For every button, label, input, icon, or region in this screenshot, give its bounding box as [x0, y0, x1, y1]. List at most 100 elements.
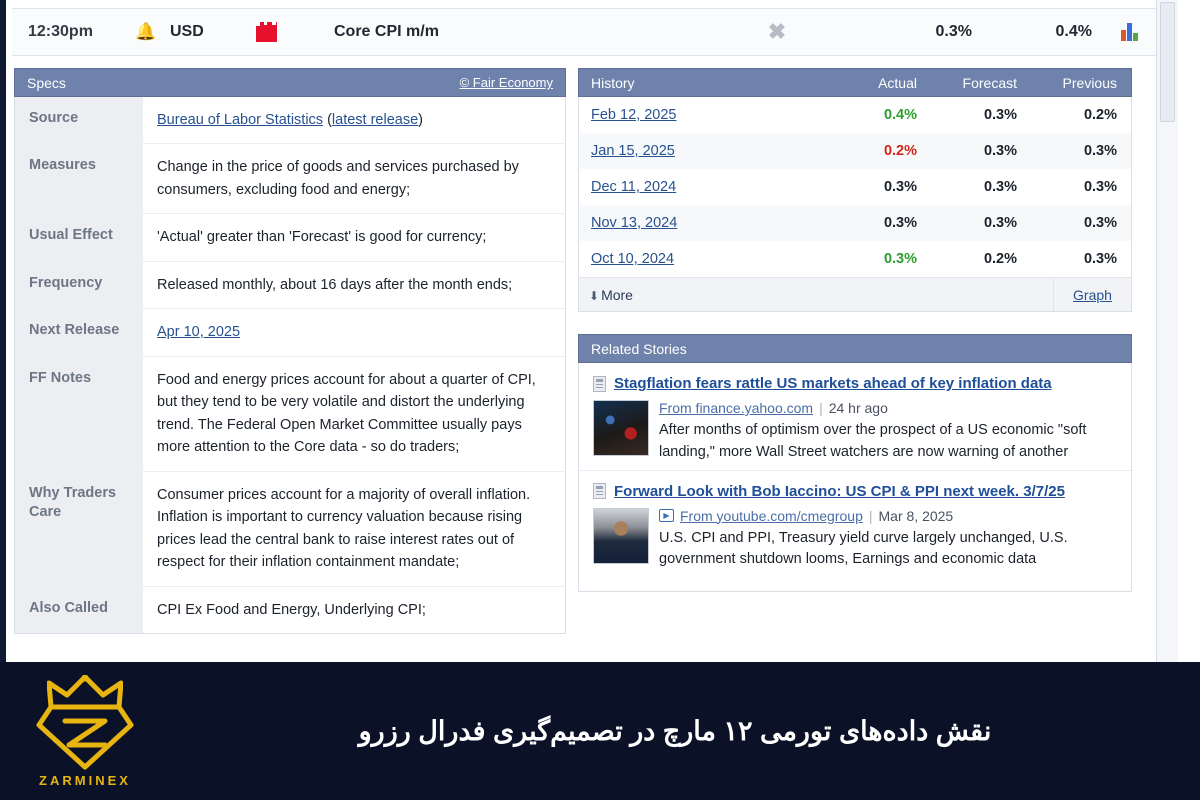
- table-row[interactable]: Jan 15, 2025 0.2% 0.3% 0.3%: [579, 133, 1131, 169]
- graph-x-icon[interactable]: ✖: [768, 21, 786, 43]
- history-actual: 0.3%: [883, 215, 917, 231]
- story-excerpt: After months of optimism over the prospe…: [659, 422, 1087, 460]
- specs-header-title: Specs: [27, 74, 66, 91]
- event-title: Core CPI m/m: [334, 23, 439, 40]
- story-source-link[interactable]: From youtube.com/cmegroup: [680, 508, 863, 524]
- spec-row-also-called: Also Called CPI Ex Food and Energy, Unde…: [15, 586, 565, 634]
- spec-key: Also Called: [15, 586, 143, 634]
- page-content: 12:30pm 🔔 USD Core CPI m/m ✖ 0.3% 0.4% S…: [0, 0, 1178, 662]
- play-video-icon[interactable]: ▶: [659, 509, 674, 522]
- page-scrollbar[interactable]: [1156, 0, 1178, 662]
- story-source-link[interactable]: From finance.yahoo.com: [659, 400, 813, 416]
- history-previous: 0.3%: [1083, 143, 1117, 159]
- download-arrow-icon: ⬇: [589, 288, 600, 303]
- table-row[interactable]: Dec 11, 2024 0.3% 0.3% 0.3%: [579, 169, 1131, 205]
- history-date-link[interactable]: Dec 11, 2024: [591, 179, 676, 195]
- specs-table: Source Bureau of Labor Statistics (lates…: [14, 97, 566, 635]
- bar-chart-icon[interactable]: [1092, 23, 1166, 41]
- alarm-bell-icon[interactable]: 🔔: [122, 22, 170, 42]
- history-date-link[interactable]: Jan 15, 2025: [591, 143, 675, 159]
- latest-release-link[interactable]: latest release: [332, 112, 418, 128]
- zarminex-crown-diamond-logo: [33, 674, 137, 771]
- spec-value: Apr 10, 2025: [143, 309, 565, 355]
- history-actual: 0.4%: [883, 107, 917, 123]
- spec-row-measures: Measures Change in the price of goods an…: [15, 144, 565, 215]
- spec-value: Bureau of Labor Statistics (latest relea…: [143, 97, 565, 143]
- specs-header: Specs © Fair Economy: [14, 68, 566, 97]
- story-body: From finance.yahoo.com | 24 hr ago After…: [593, 400, 1117, 464]
- story-meta: From finance.yahoo.com | 24 hr ago: [659, 400, 1117, 416]
- news-article-icon: [593, 375, 606, 392]
- history-date-link[interactable]: Nov 13, 2024: [591, 215, 677, 231]
- story-meta: ▶ From youtube.com/cmegroup | Mar 8, 202…: [659, 508, 1117, 524]
- graph-toggle-cell[interactable]: ✖: [702, 21, 852, 43]
- spec-value: CPI Ex Food and Energy, Underlying CPI;: [157, 601, 426, 618]
- related-stories-title: Related Stories: [591, 340, 687, 357]
- spec-key: Source: [15, 97, 143, 144]
- source-link[interactable]: Bureau of Labor Statistics: [157, 112, 323, 128]
- paren-open: (: [323, 112, 332, 128]
- spec-value: Consumer prices account for a majority o…: [157, 486, 531, 571]
- impact-cell: [246, 22, 330, 42]
- spec-row-frequency: Frequency Released monthly, about 16 day…: [15, 261, 565, 310]
- spec-row-usual-effect: Usual Effect 'Actual' greater than 'Fore…: [15, 214, 565, 262]
- history-date[interactable]: Nov 13, 2024: [579, 215, 831, 231]
- spec-value: Food and energy prices account for about…: [157, 371, 536, 456]
- event-currency: USD: [170, 23, 204, 40]
- story-text-block: ▶ From youtube.com/cmegroup | Mar 8, 202…: [659, 508, 1117, 572]
- history-forecast: 0.3%: [983, 179, 1017, 195]
- story-thumbnail[interactable]: [593, 507, 649, 564]
- table-row[interactable]: Oct 10, 2024 0.3% 0.2% 0.3%: [579, 241, 1131, 277]
- diamond-z-icon: [36, 704, 134, 769]
- history-date-link[interactable]: Feb 12, 2025: [591, 107, 676, 123]
- table-row[interactable]: Nov 13, 2024 0.3% 0.3% 0.3%: [579, 205, 1131, 241]
- spec-key: Usual Effect: [15, 214, 143, 261]
- history-header: History Actual Forecast Previous: [578, 68, 1132, 97]
- meta-separator: |: [868, 507, 873, 524]
- story-title-link[interactable]: Forward Look with Bob Iaccino: US CPI & …: [614, 483, 1065, 500]
- list-item[interactable]: Forward Look with Bob Iaccino: US CPI & …: [579, 471, 1131, 578]
- spec-value: 'Actual' greater than 'Forecast' is good…: [157, 229, 487, 246]
- story-title-row: Forward Look with Bob Iaccino: US CPI & …: [593, 483, 1117, 500]
- history-col-previous: Previous: [1062, 74, 1117, 91]
- history-col-actual: Actual: [878, 74, 917, 91]
- paren-close: ): [418, 112, 423, 128]
- history-date[interactable]: Feb 12, 2025: [579, 107, 831, 123]
- history-forecast: 0.3%: [983, 215, 1017, 231]
- spec-key: FF Notes: [15, 356, 143, 471]
- history-actual: 0.3%: [883, 179, 917, 195]
- browser-page: 12:30pm 🔔 USD Core CPI m/m ✖ 0.3% 0.4% S…: [0, 0, 1200, 662]
- spec-value: Change in the price of goods and service…: [157, 159, 519, 198]
- related-stories-body: Stagflation fears rattle US markets ahea…: [578, 363, 1132, 592]
- history-actual: 0.2%: [883, 143, 917, 159]
- scrollbar-thumb[interactable]: [1160, 2, 1175, 122]
- bar-chart-glyph: [1120, 23, 1138, 41]
- zarminex-logo: ZARMINEX: [0, 674, 170, 788]
- history-date[interactable]: Dec 11, 2024: [579, 179, 831, 195]
- spec-row-source: Source Bureau of Labor Statistics (lates…: [15, 97, 565, 145]
- history-date-link[interactable]: Oct 10, 2024: [591, 251, 674, 267]
- related-stories-header: Related Stories: [578, 334, 1132, 363]
- history-date[interactable]: Oct 10, 2024: [579, 251, 831, 267]
- graph-link[interactable]: Graph: [1073, 287, 1112, 303]
- event-actual-value: 0.3%: [935, 23, 972, 40]
- spec-key: Why Traders Care: [15, 471, 143, 586]
- more-button[interactable]: ⬇ More: [579, 287, 1053, 303]
- graph-button[interactable]: Graph: [1053, 278, 1131, 311]
- next-release-link[interactable]: Apr 10, 2025: [157, 324, 240, 340]
- red-folder-impact-icon: [256, 22, 277, 42]
- table-row[interactable]: Feb 12, 2025 0.4% 0.3% 0.2%: [579, 97, 1131, 133]
- story-title-link[interactable]: Stagflation fears rattle US markets ahea…: [614, 375, 1052, 392]
- history-panel: History Actual Forecast Previous Feb 12,…: [578, 68, 1132, 312]
- spec-row-next-release: Next Release Apr 10, 2025: [15, 309, 565, 357]
- story-excerpt: U.S. CPI and PPI, Treasury yield curve l…: [659, 529, 1068, 568]
- history-header-title: History: [591, 74, 635, 91]
- news-article-icon: [593, 483, 606, 499]
- history-previous: 0.2%: [1083, 107, 1117, 123]
- story-body: ▶ From youtube.com/cmegroup | Mar 8, 202…: [593, 507, 1117, 572]
- story-thumbnail[interactable]: [593, 400, 649, 456]
- event-header-row[interactable]: 12:30pm 🔔 USD Core CPI m/m ✖ 0.3% 0.4%: [12, 8, 1166, 56]
- fair-economy-credit-link[interactable]: © Fair Economy: [460, 75, 553, 90]
- list-item[interactable]: Stagflation fears rattle US markets ahea…: [579, 363, 1131, 471]
- history-date[interactable]: Jan 15, 2025: [579, 143, 831, 159]
